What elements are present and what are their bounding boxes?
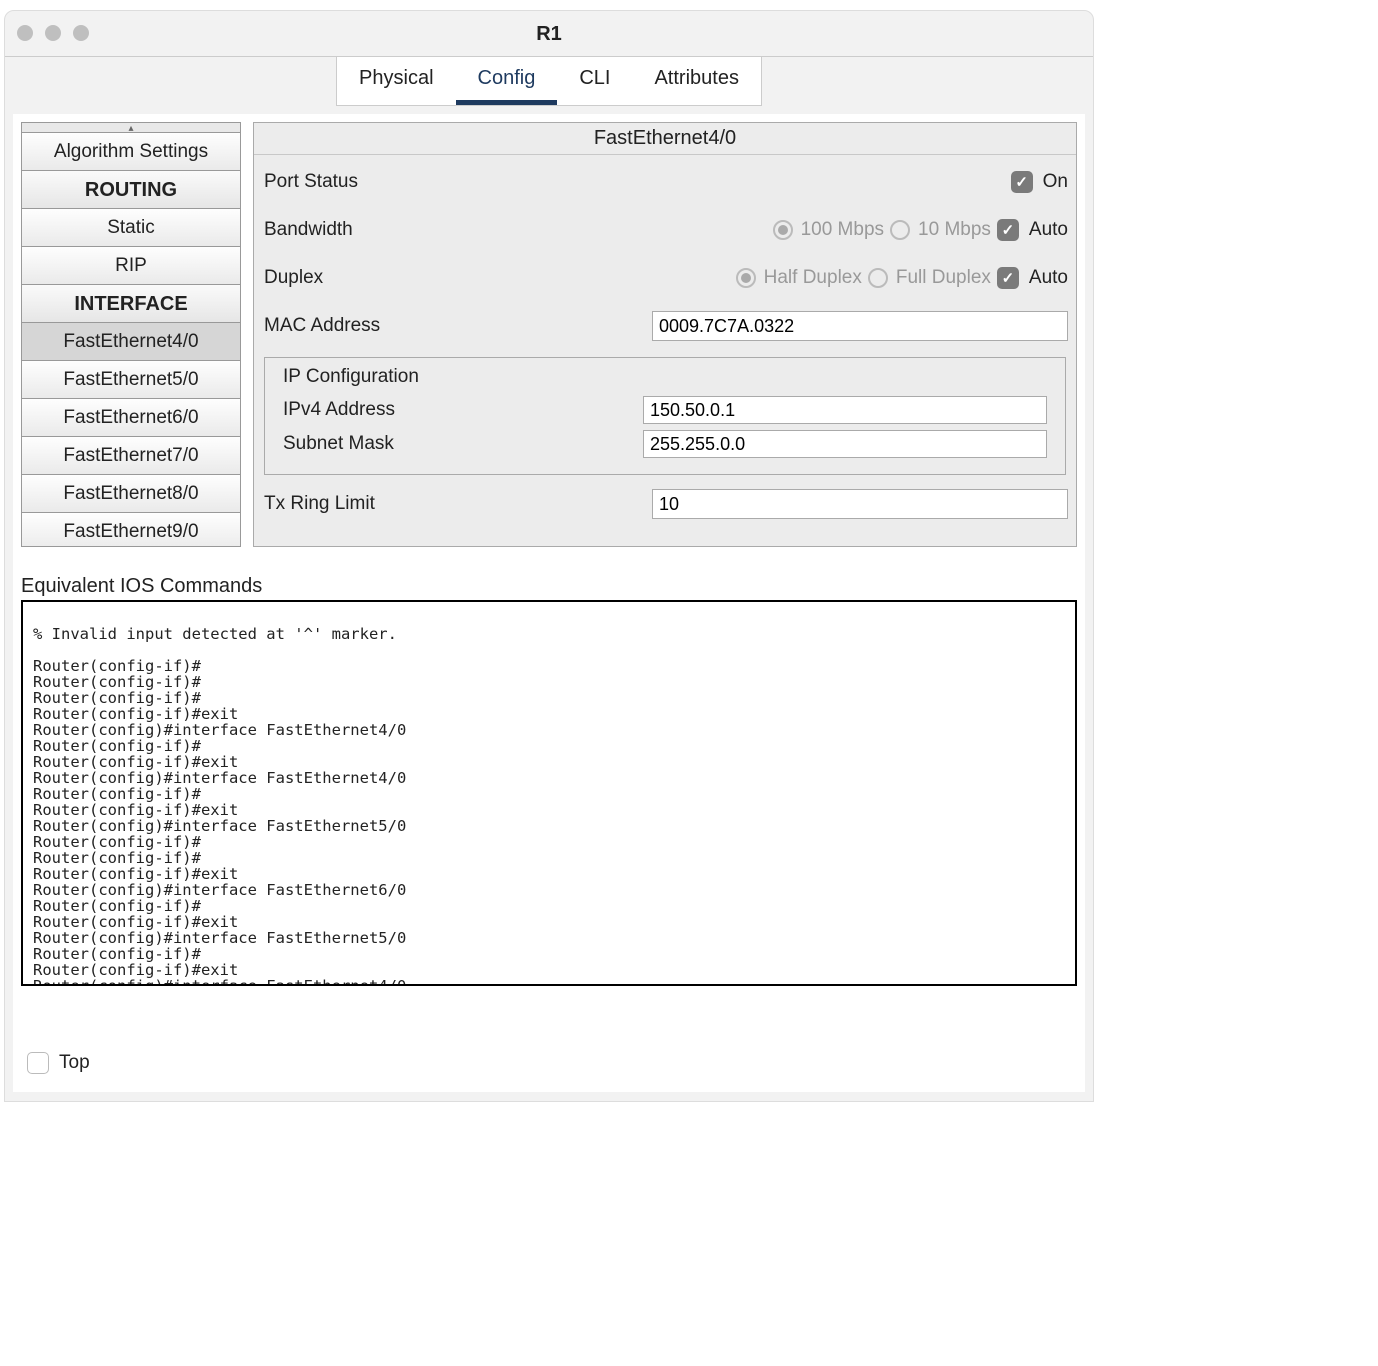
duplex-auto-checkbox[interactable]: ✓ xyxy=(997,267,1019,289)
tab-physical[interactable]: Physical xyxy=(337,57,455,105)
titlebar: R1 xyxy=(5,11,1093,57)
subnet-mask-label: Subnet Mask xyxy=(283,433,643,455)
sidebar-item-static[interactable]: Static xyxy=(22,209,240,247)
tx-ring-limit-label: Tx Ring Limit xyxy=(262,493,652,515)
interface-config-panel: FastEthernet4/0 Port Status ✓ On Bandwid… xyxy=(253,122,1077,547)
bandwidth-10-radio[interactable] xyxy=(890,220,910,240)
window-title: R1 xyxy=(5,11,1093,57)
ipv4-address-input[interactable] xyxy=(643,396,1047,424)
sidebar-item-rip[interactable]: RIP xyxy=(22,247,240,285)
sidebar-item-fe50[interactable]: FastEthernet5/0 xyxy=(22,361,240,399)
mac-address-label: MAC Address xyxy=(262,315,652,337)
ip-configuration-title: IP Configuration xyxy=(283,366,1047,388)
ip-configuration-group: IP Configuration IPv4 Address Subnet Mas… xyxy=(264,357,1066,475)
tab-cli[interactable]: CLI xyxy=(557,57,632,105)
port-status-checkbox[interactable]: ✓ xyxy=(1011,171,1033,193)
duplex-half-radio[interactable] xyxy=(736,268,756,288)
sidebar-item-fe70[interactable]: FastEthernet7/0 xyxy=(22,437,240,475)
sidebar-item-fe80[interactable]: FastEthernet8/0 xyxy=(22,475,240,513)
minimize-icon[interactable] xyxy=(45,25,61,41)
sidebar-header-routing[interactable]: ROUTING xyxy=(22,171,240,209)
port-status-on-label: On xyxy=(1043,171,1068,193)
window-controls xyxy=(17,25,89,41)
top-label: Top xyxy=(59,1052,90,1074)
tab-config[interactable]: Config xyxy=(456,57,558,105)
sidebar-item-fe90[interactable]: FastEthernet9/0 xyxy=(22,513,240,547)
ipv4-address-label: IPv4 Address xyxy=(283,399,643,421)
panel-title: FastEthernet4/0 xyxy=(254,123,1076,155)
main-tabbar: Physical Config CLI Attributes xyxy=(5,57,1093,106)
close-icon[interactable] xyxy=(17,25,33,41)
tab-attributes[interactable]: Attributes xyxy=(632,57,760,105)
ios-commands-output[interactable]: % Invalid input detected at '^' marker. … xyxy=(21,600,1077,986)
sidebar-item-fe60[interactable]: FastEthernet6/0 xyxy=(22,399,240,437)
subnet-mask-input[interactable] xyxy=(643,430,1047,458)
mac-address-input[interactable] xyxy=(652,311,1068,341)
top-checkbox[interactable] xyxy=(27,1052,49,1074)
port-status-label: Port Status xyxy=(262,171,652,193)
duplex-full-label: Full Duplex xyxy=(896,267,991,289)
duplex-half-label: Half Duplex xyxy=(764,267,862,289)
bandwidth-auto-label: Auto xyxy=(1029,219,1068,241)
tx-ring-limit-input[interactable] xyxy=(652,489,1068,519)
duplex-label: Duplex xyxy=(262,267,652,289)
bandwidth-10-label: 10 Mbps xyxy=(918,219,991,241)
config-sidebar: ▴ Algorithm Settings ROUTING Static RIP … xyxy=(21,122,241,547)
bandwidth-100-radio[interactable] xyxy=(773,220,793,240)
device-config-window: R1 Physical Config CLI Attributes ▴ Algo… xyxy=(4,10,1094,1102)
sidebar-item-algorithm-settings[interactable]: Algorithm Settings xyxy=(22,133,240,171)
bandwidth-auto-checkbox[interactable]: ✓ xyxy=(997,219,1019,241)
scroll-up-icon[interactable]: ▴ xyxy=(22,123,240,133)
sidebar-header-interface[interactable]: INTERFACE xyxy=(22,285,240,323)
sidebar-item-fe40[interactable]: FastEthernet4/0 xyxy=(22,323,240,361)
bandwidth-label: Bandwidth xyxy=(262,219,652,241)
ios-commands-label: Equivalent IOS Commands xyxy=(21,575,1077,598)
duplex-full-radio[interactable] xyxy=(868,268,888,288)
zoom-icon[interactable] xyxy=(73,25,89,41)
config-workarea: ▴ Algorithm Settings ROUTING Static RIP … xyxy=(13,114,1085,1092)
duplex-auto-label: Auto xyxy=(1029,267,1068,289)
bandwidth-100-label: 100 Mbps xyxy=(801,219,884,241)
